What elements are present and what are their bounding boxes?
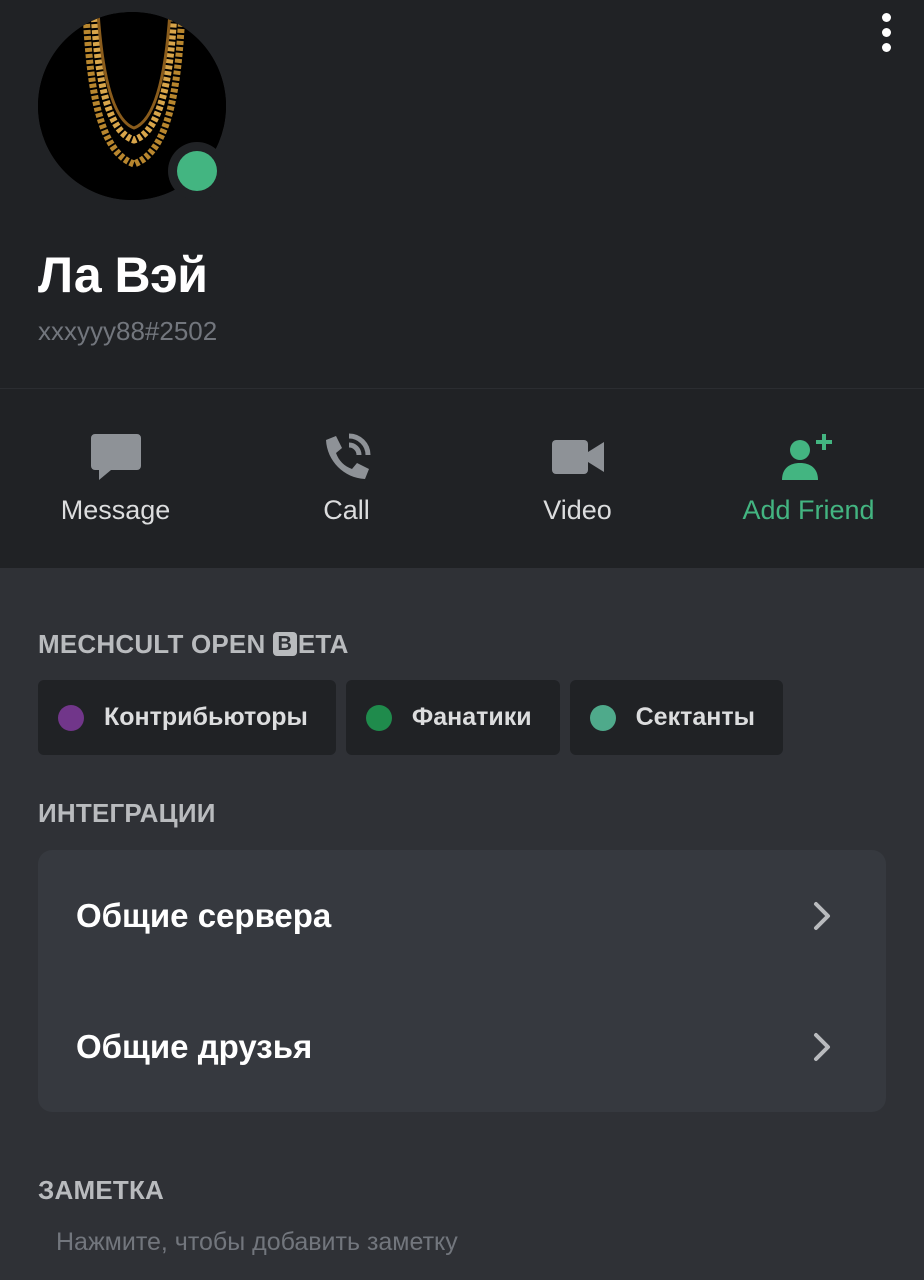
mutual-servers-row[interactable]: Общие сервера [38,850,886,981]
display-name: Ла Вэй [38,247,208,303]
integrations-title: ИНТЕГРАЦИИ [38,798,216,828]
call-label: Call [323,495,370,525]
role-chip[interactable]: Сектанты [569,680,783,755]
user-tag[interactable]: xxxyyy88#2502 [38,316,217,347]
call-button[interactable]: Call [231,389,462,568]
chevron-right-icon [814,1032,830,1061]
online-status-dot [177,151,217,191]
video-button[interactable]: Video [462,389,693,568]
chevron-right-icon [814,901,830,930]
server-section-title: MECHCULT OPEN B ETA [38,629,349,660]
server-title-post: ETA [297,629,349,659]
note-title: ЗАМЕТКА [38,1175,164,1205]
more-options-icon[interactable] [868,10,904,54]
server-title-box: B [272,632,297,656]
add-friend-icon [781,431,837,483]
mutual-servers-label: Общие сервера [76,896,332,934]
server-title-pre: MECHCULT OPEN [38,629,273,659]
profile-header: Ла Вэй xxxyyy88#2502 [0,0,924,388]
role-chip[interactable]: Фанатики [345,680,560,755]
role-color-dot [365,704,392,731]
role-label: Контрибьюторы [104,703,308,731]
video-camera-icon [550,431,606,483]
role-label: Фанатики [411,703,532,731]
action-bar: Message Call Video Add Friend [0,388,924,568]
role-chip[interactable]: Контрибьюторы [38,680,336,755]
message-label: Message [60,495,171,525]
note-input[interactable]: Нажмите, чтобы добавить заметку [56,1228,458,1257]
integrations-card: Общие сервера Общие друзья [38,850,886,1112]
video-label: Video [543,495,612,525]
add-friend-label: Add Friend [742,495,875,525]
message-button[interactable]: Message [0,389,231,568]
mutual-friends-label: Общие друзья [76,1027,313,1065]
role-color-dot [589,704,616,731]
phone-icon [319,431,375,483]
status-indicator [168,142,226,200]
role-color-dot [58,704,84,731]
role-label: Сектанты [635,703,755,731]
mutual-friends-row[interactable]: Общие друзья [38,981,886,1112]
add-friend-button[interactable]: Add Friend [693,389,924,568]
chat-bubble-icon [88,431,144,483]
role-list: Контрибьюторы Фанатики Сектанты [38,680,783,755]
